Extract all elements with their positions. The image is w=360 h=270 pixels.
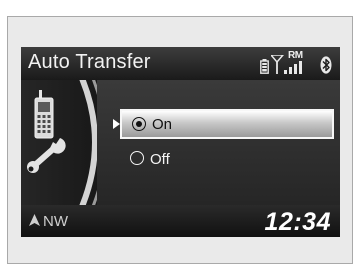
option-off-label: Off [150,151,170,168]
screen-header: Auto Transfer RM [21,47,340,80]
selection-pointer-icon [113,119,120,129]
roaming-indicator: RM [288,50,303,61]
bluetooth-icon [320,56,332,74]
content-area: On Off [21,80,340,205]
option-on[interactable]: On [120,109,334,139]
screen-title: Auto Transfer [28,51,151,73]
compass-arrow-icon [29,214,40,226]
compass-indicator: NW [29,213,68,230]
phone-wrench-icon [27,90,66,173]
display-screen: Auto Transfer RM On Off NW 12:34 [21,47,340,237]
compass-heading: NW [43,213,68,230]
option-off[interactable]: Off [120,143,334,173]
battery-icon [260,59,269,74]
menu-panel: On Off [97,80,340,205]
radio-unselected-icon [130,151,144,165]
status-icons: RM [260,50,334,77]
radio-selected-icon [132,117,146,131]
clock: 12:34 [264,208,331,236]
option-on-label: On [152,116,173,133]
status-footer: NW 12:34 [21,205,340,237]
